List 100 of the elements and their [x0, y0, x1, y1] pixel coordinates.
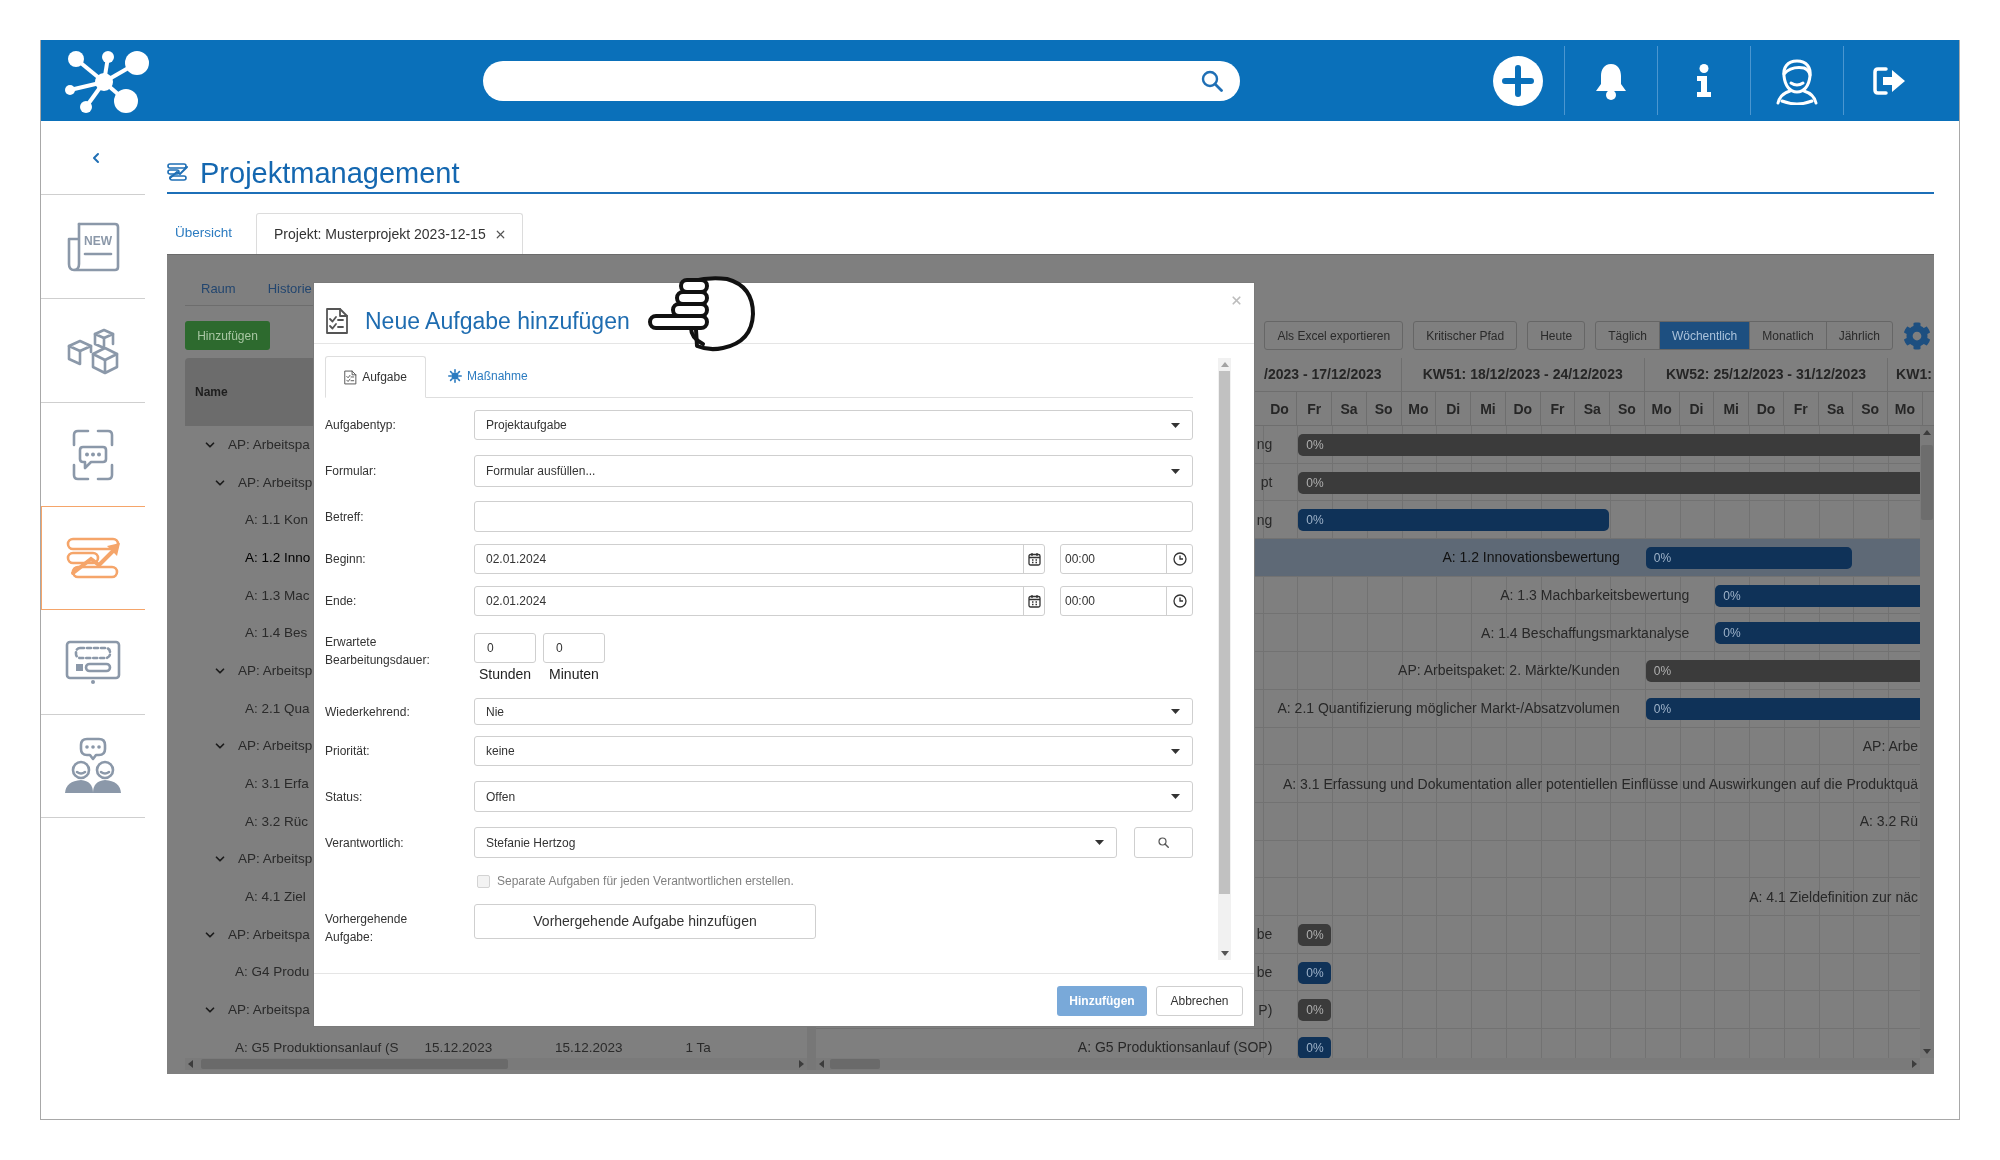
dropdown[interactable]: Offen [474, 781, 1193, 812]
text-field[interactable] [474, 501, 1193, 532]
scroll-left-icon[interactable] [819, 1060, 824, 1068]
day-label: Mo [1408, 399, 1429, 419]
search-field[interactable] [483, 60, 1240, 101]
summary-bar[interactable]: 0% [1298, 471, 1920, 494]
toolbar-button[interactable]: Kritischer Pfad [1413, 321, 1518, 350]
task-bar[interactable]: 0% [1645, 547, 1853, 570]
search-button[interactable] [1134, 827, 1193, 858]
summary-bar[interactable]: 0% [1298, 923, 1332, 946]
summary-bar[interactable]: 0% [1645, 660, 1920, 683]
summary-bar[interactable]: 0% [1298, 999, 1332, 1022]
dropdown[interactable]: Stefanie Hertzog [474, 827, 1117, 858]
task-label: A: 2.1 Quantifizierung möglicher Markt-/Absatzvolumen [1277, 700, 1620, 717]
number-field[interactable]: 0 [474, 633, 536, 663]
scale-toggle[interactable]: Wöchentlich [1658, 322, 1750, 349]
tree-item[interactable]: A: G5 Produktionsanlauf (S [235, 1039, 399, 1056]
tab[interactable]: Übersicht [167, 213, 256, 254]
close-button[interactable] [1230, 294, 1243, 307]
task-label: A: 3.1 Erfassung und Dokumentation aller potentiellen Einflüsse und Auswirkungen auf die Produktquä [1282, 775, 1918, 792]
task-bar[interactable]: 0% [1298, 509, 1610, 532]
sidebar-item[interactable]: NEW [41, 194, 145, 298]
sidebar-item[interactable] [41, 506, 145, 610]
task-bar[interactable]: 0% [1298, 1037, 1332, 1058]
tree-item[interactable]: AP: Arbeitsp [238, 738, 313, 755]
tree-item[interactable]: AP: Arbeitspa [228, 436, 310, 453]
tab[interactable]: Raum [185, 280, 252, 298]
week-label: KW51: 18/12/2023 - 24/12/2023 [1422, 365, 1623, 384]
scrollbar-thumb[interactable] [1219, 371, 1230, 894]
unit-label: Stunden [478, 665, 532, 683]
tree-item[interactable]: AP: Arbeitspa [228, 1002, 310, 1019]
time-field[interactable]: 00:00 [1060, 544, 1193, 574]
info-button[interactable] [1696, 64, 1712, 97]
scrollbar[interactable] [816, 1058, 1920, 1070]
tree-item[interactable]: A: 1.3 Mac [245, 587, 310, 604]
scroll-down-icon[interactable] [1923, 1049, 1931, 1054]
summary-bar[interactable]: 0% [1298, 434, 1920, 456]
tab[interactable]: Projekt: Musterprojekt 2023-12-15 [256, 213, 523, 254]
task-bar[interactable]: 0% [1645, 697, 1920, 720]
sidebar-item[interactable] [41, 714, 145, 818]
scrollbar[interactable] [1218, 358, 1231, 960]
scale-toggle[interactable]: Täglich [1596, 322, 1659, 349]
day-label: So [1861, 399, 1880, 419]
logout-button[interactable] [1873, 66, 1907, 95]
time-field[interactable]: 00:00 [1060, 586, 1193, 616]
close-icon [1230, 294, 1243, 307]
tree-item[interactable]: A: 3.2 Rüc [245, 813, 309, 830]
add-predecessor-button[interactable]: Vorhergehende Aufgabe hinzufügen [474, 904, 816, 939]
tree-item[interactable]: A: G4 Produ [235, 964, 310, 981]
tab[interactable]: Maßnahme [443, 355, 533, 397]
toolbar-button[interactable]: Heute [1527, 321, 1586, 350]
day-label: Sa [1340, 399, 1358, 419]
tree-item[interactable]: AP: Arbeitspa [228, 926, 310, 943]
cancel-button[interactable]: Abbrechen [1156, 986, 1243, 1016]
tree-item[interactable]: AP: Arbeitsp [238, 474, 313, 491]
scroll-up-icon[interactable] [1220, 362, 1229, 367]
add-button[interactable]: Hinzufügen [185, 321, 270, 350]
scale-toggle[interactable]: Jährlich [1825, 322, 1892, 349]
dropdown[interactable]: Formular ausfüllen... [474, 455, 1193, 487]
task-bar[interactable]: 0% [1715, 622, 1920, 645]
submit-button[interactable]: Hinzufügen [1057, 986, 1147, 1016]
day-label: Mi [1723, 399, 1739, 419]
day-label: So [1374, 399, 1393, 419]
dropdown[interactable]: keine [474, 736, 1193, 766]
add-button[interactable] [1492, 55, 1543, 106]
calendar-button[interactable] [1023, 587, 1044, 615]
tab[interactable]: Historie [251, 280, 328, 298]
tree-item[interactable]: A: 2.1 Qua [245, 700, 310, 717]
toolbar-button[interactable]: Als Excel exportieren [1264, 321, 1404, 350]
number-field[interactable]: 0 [543, 633, 605, 663]
scroll-left-icon[interactable] [188, 1060, 193, 1068]
scrollbar[interactable] [1920, 426, 1934, 1058]
settings-button[interactable] [1903, 321, 1931, 350]
tree-item[interactable]: A: 1.1 Kon [245, 512, 309, 529]
people-chat-icon [63, 737, 123, 795]
scroll-right-icon[interactable] [1912, 1060, 1917, 1068]
scroll-down-icon[interactable] [1220, 951, 1229, 956]
tree-item[interactable]: A: 1.4 Bes [245, 625, 308, 642]
day-label: Mi [1480, 399, 1496, 419]
tree-item[interactable]: AP: Arbeitsp [238, 662, 313, 679]
dropdown[interactable]: Nie [474, 698, 1193, 725]
tree-item[interactable]: AP: Arbeitsp [238, 851, 313, 868]
date-field[interactable]: 02.01.2024 [474, 586, 1045, 616]
tab[interactable]: Aufgabe [325, 356, 426, 398]
scrollbar-thumb[interactable] [1921, 445, 1933, 520]
scrollbar[interactable] [185, 1058, 807, 1070]
dropdown[interactable]: Projektaufgabe [474, 410, 1193, 440]
scale-toggle[interactable]: Monatlich [1749, 322, 1826, 349]
calendar-button[interactable] [1023, 545, 1044, 573]
notifications-button[interactable] [1595, 61, 1627, 100]
table-cell: 15.12.2023 [424, 1039, 493, 1056]
scroll-right-icon[interactable] [799, 1060, 804, 1068]
tree-item[interactable]: A: 4.1 Ziel [245, 889, 306, 906]
tree-item[interactable]: A: 1.2 Inno [245, 549, 311, 566]
task-bar[interactable]: 0% [1298, 961, 1332, 984]
scroll-up-icon[interactable] [1923, 430, 1931, 435]
task-bar[interactable]: 0% [1715, 584, 1920, 607]
date-field[interactable]: 02.01.2024 [474, 544, 1045, 574]
field-label: Status: [325, 788, 364, 806]
tree-item[interactable]: A: 3.1 Erfa [245, 776, 309, 793]
